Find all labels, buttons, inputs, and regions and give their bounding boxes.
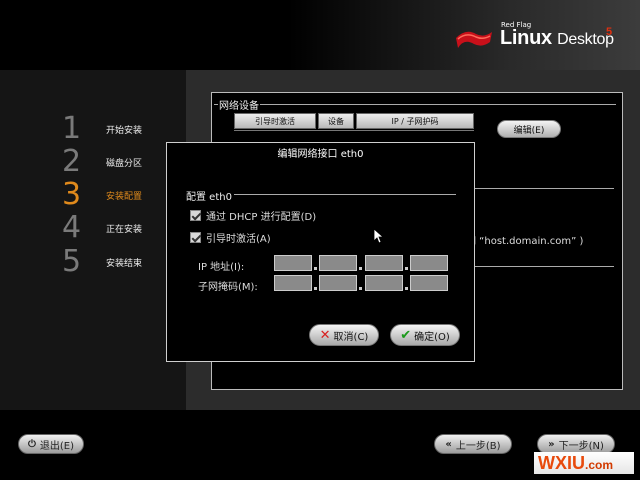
step-label: 正在安装 bbox=[106, 224, 143, 235]
dialog-title: 编辑网络接口 eth0 bbox=[277, 149, 364, 160]
ok-button[interactable]: ✔ 确定(O) bbox=[390, 324, 460, 346]
ip-octet-2[interactable] bbox=[319, 255, 357, 271]
step-5: 5 安装结束 bbox=[62, 247, 142, 277]
header-banner: Red Flag Linux Desktop 5 bbox=[0, 0, 640, 70]
edit-button[interactable]: 编辑(E) bbox=[497, 120, 561, 138]
exit-label: 退出(E) bbox=[39, 440, 75, 452]
cancel-label: 取消(C) bbox=[333, 331, 369, 343]
mouse-cursor-icon bbox=[374, 229, 384, 244]
activate-label: 引导时激活(A) bbox=[206, 234, 271, 245]
step-number: 5 bbox=[62, 244, 82, 279]
step-2: 2 磁盘分区 bbox=[62, 147, 142, 177]
next-label: 下一步(N) bbox=[558, 440, 604, 452]
mask-octet-3[interactable] bbox=[365, 275, 403, 291]
ip-dot bbox=[314, 267, 317, 270]
mask-dot bbox=[359, 287, 362, 290]
config-group-title: 配置 eth0 bbox=[186, 188, 234, 203]
ip-dot bbox=[405, 267, 408, 270]
hostname-divider bbox=[474, 188, 614, 189]
double-left-arrow-icon: « bbox=[445, 438, 452, 450]
dhcp-label: 通过 DHCP 进行配置(D) bbox=[206, 212, 317, 223]
step-number: 1 bbox=[62, 111, 82, 146]
step-number: 2 bbox=[62, 144, 82, 179]
column-header-device[interactable]: 设备 bbox=[318, 113, 354, 129]
mask-octet-1[interactable] bbox=[274, 275, 312, 291]
dhcp-checkbox-row[interactable]: 通过 DHCP 进行配置(D) bbox=[190, 208, 316, 223]
next-button[interactable]: » 下一步(N) bbox=[537, 434, 615, 454]
device-list-area bbox=[234, 130, 474, 131]
brand-logo: Linux Desktop bbox=[500, 27, 614, 50]
watermark-main: WXIU bbox=[538, 453, 585, 473]
activate-checkbox[interactable] bbox=[190, 232, 201, 243]
step-label: 磁盘分区 bbox=[106, 158, 143, 169]
step-label: 安装结束 bbox=[106, 258, 143, 269]
step-label: 开始安装 bbox=[106, 125, 143, 136]
ip-address-label: IP 地址(I): bbox=[198, 262, 245, 273]
mask-octet-2[interactable] bbox=[319, 275, 357, 291]
ip-dot bbox=[359, 267, 362, 270]
double-right-arrow-icon: » bbox=[548, 438, 555, 450]
watermark-logo: WXIU.com bbox=[534, 452, 634, 474]
hostname-hint: 例如 “host.domain.com” ) bbox=[456, 236, 584, 247]
mask-octet-4[interactable] bbox=[410, 275, 448, 291]
ip-octet-3[interactable] bbox=[365, 255, 403, 271]
network-group-title: 网络设备 bbox=[218, 97, 260, 112]
step-1: 1 开始安装 bbox=[62, 114, 142, 144]
ok-label: 确定(O) bbox=[414, 331, 450, 343]
activate-checkbox-row[interactable]: 引导时激活(A) bbox=[190, 230, 271, 245]
back-label: 上一步(B) bbox=[455, 440, 501, 452]
group-divider bbox=[214, 104, 616, 105]
dhcp-checkbox[interactable] bbox=[190, 210, 201, 221]
ok-check-icon: ✔ bbox=[400, 327, 412, 343]
cancel-x-icon: ✕ bbox=[319, 327, 331, 343]
power-icon: ⏻ bbox=[27, 438, 36, 450]
step-label: 安装配置 bbox=[106, 191, 143, 202]
gateway-divider bbox=[474, 266, 614, 267]
mask-dot bbox=[314, 287, 317, 290]
step-4: 4 正在安装 bbox=[62, 213, 142, 243]
mask-dot bbox=[405, 287, 408, 290]
step-number: 4 bbox=[62, 210, 82, 245]
back-button[interactable]: « 上一步(B) bbox=[434, 434, 512, 454]
netmask-label: 子网掩码(M): bbox=[198, 282, 258, 293]
exit-button[interactable]: ⏻ 退出(E) bbox=[18, 434, 84, 454]
red-flag-icon bbox=[456, 31, 492, 48]
column-header-activate[interactable]: 引导时激活 bbox=[234, 113, 316, 129]
column-header-ip[interactable]: IP / 子网护码 bbox=[356, 113, 474, 129]
step-3-active: 3 安装配置 bbox=[62, 180, 142, 210]
ip-octet-4[interactable] bbox=[410, 255, 448, 271]
watermark-suffix: .com bbox=[585, 458, 614, 472]
cancel-button[interactable]: ✕ 取消(C) bbox=[309, 324, 379, 346]
step-number: 3 bbox=[62, 177, 82, 212]
brand-linux: Linux bbox=[500, 27, 552, 49]
brand-version: 5 bbox=[606, 26, 613, 38]
ip-octet-1[interactable] bbox=[274, 255, 312, 271]
